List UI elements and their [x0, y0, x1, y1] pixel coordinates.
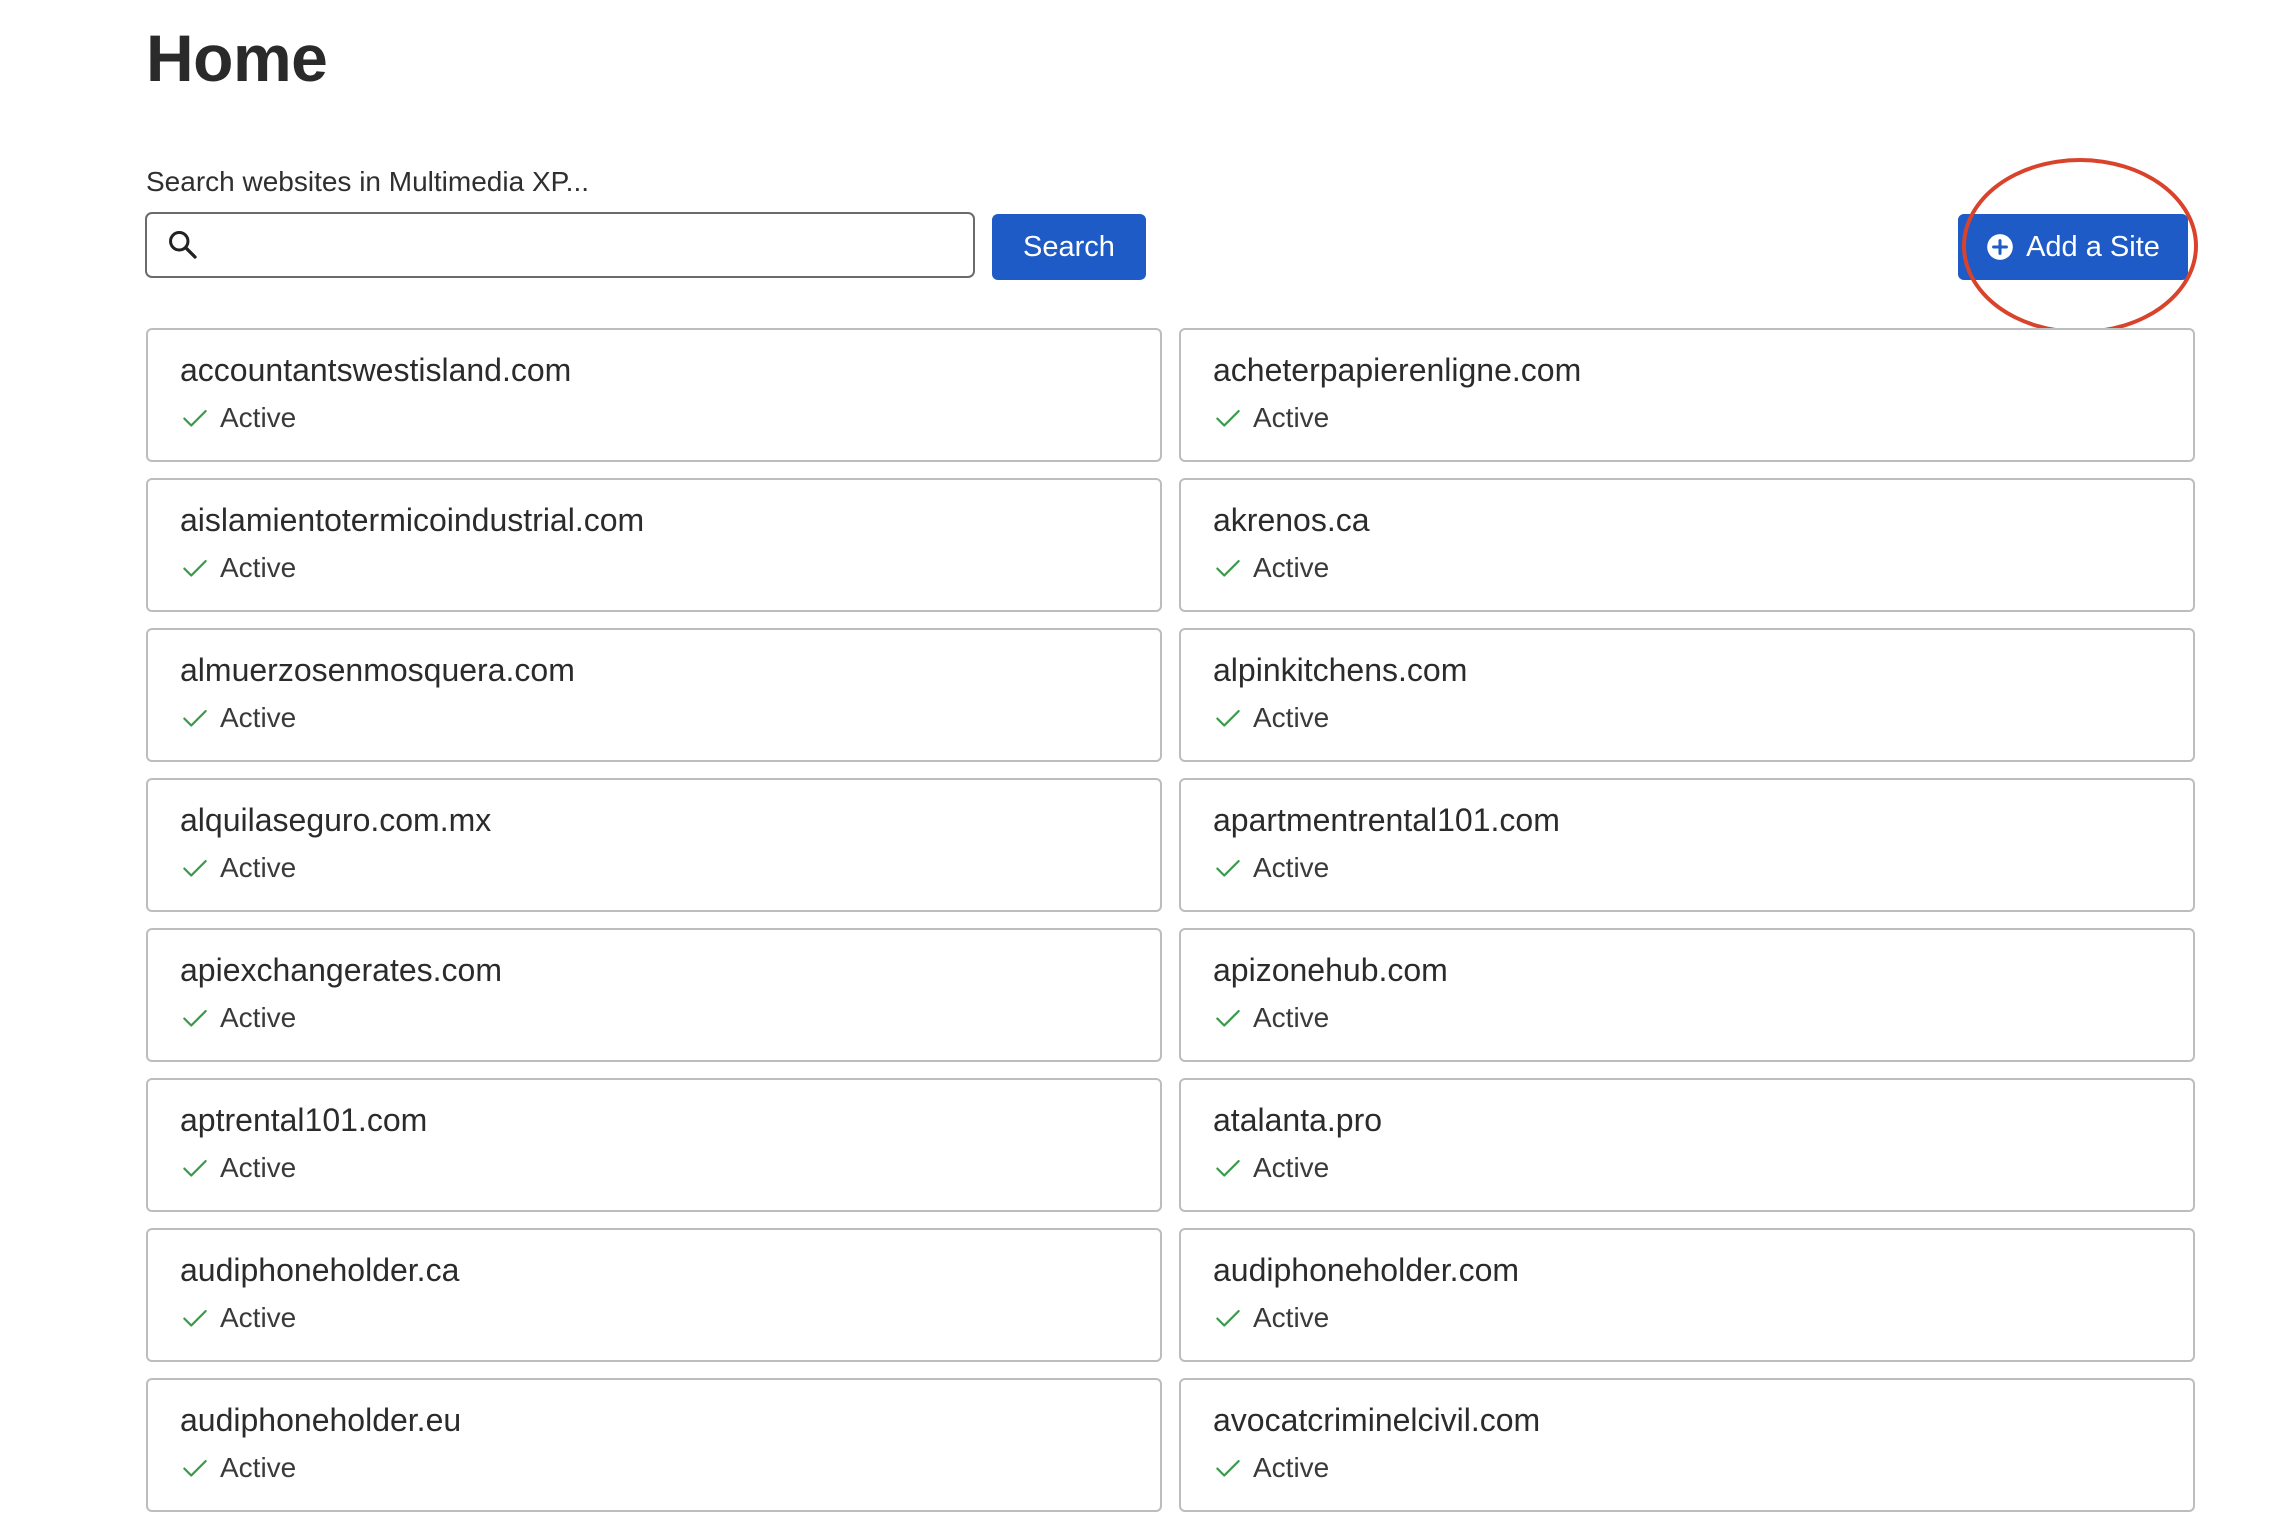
status-text: Active [220, 1302, 297, 1333]
site-card[interactable]: atalanta.pro Active [1179, 1078, 2195, 1212]
site-status: Active [180, 552, 1160, 584]
check-icon [1216, 1160, 1240, 1177]
site-name[interactable]: audiphoneholder.com [1213, 1250, 2193, 1290]
site-status: Active [1213, 852, 2193, 884]
site-name[interactable]: apartmentrental101.com [1213, 800, 2193, 840]
site-card[interactable]: accountantswestisland.com Active [146, 328, 1162, 462]
site-name[interactable]: audiphoneholder.ca [180, 1250, 1160, 1290]
site-name[interactable]: aptrental101.com [180, 1100, 1160, 1140]
site-card[interactable]: apiexchangerates.com Active [146, 928, 1162, 1062]
check-icon [1216, 560, 1240, 577]
site-status: Active [180, 702, 1160, 734]
site-name[interactable]: avocatcriminelcivil.com [1213, 1400, 2193, 1440]
plus-circle-icon [1987, 234, 2013, 260]
status-text: Active [220, 702, 297, 733]
site-card[interactable]: alpinkitchens.com Active [1179, 628, 2195, 762]
site-name[interactable]: acheterpapierenligne.com [1213, 350, 2193, 390]
status-text: Active [220, 1002, 297, 1033]
add-site-button[interactable]: Add a Site [1958, 214, 2188, 280]
site-name[interactable]: atalanta.pro [1213, 1100, 2193, 1140]
search-field[interactable] [145, 212, 975, 278]
search-icon [169, 231, 197, 259]
site-card[interactable]: apartmentrental101.com Active [1179, 778, 2195, 912]
check-icon [183, 560, 207, 577]
site-name[interactable]: apizonehub.com [1213, 950, 2193, 990]
site-name[interactable]: aislamientotermicoindustrial.com [180, 500, 1160, 540]
status-text: Active [1253, 852, 1330, 883]
site-card[interactable]: audiphoneholder.com Active [1179, 1228, 2195, 1362]
site-status: Active [1213, 1452, 2193, 1484]
site-status: Active [180, 1152, 1160, 1184]
site-status: Active [1213, 402, 2193, 434]
site-status: Active [1213, 552, 2193, 584]
page-title: Home [146, 21, 328, 95]
site-card[interactable]: akrenos.ca Active [1179, 478, 2195, 612]
status-text: Active [220, 1452, 297, 1483]
status-text: Active [1253, 1452, 1330, 1483]
status-text: Active [1253, 1302, 1330, 1333]
site-status: Active [180, 1302, 1160, 1334]
site-card[interactable]: acheterpapierenligne.com Active [1179, 328, 2195, 462]
status-text: Active [220, 402, 297, 433]
site-status: Active [180, 402, 1160, 434]
check-icon [1216, 1310, 1240, 1327]
check-icon [1216, 1460, 1240, 1477]
site-card[interactable]: avocatcriminelcivil.com Active [1179, 1378, 2195, 1512]
check-icon [1216, 860, 1240, 877]
site-status: Active [1213, 1152, 2193, 1184]
status-text: Active [1253, 402, 1330, 433]
site-name[interactable]: alquilaseguro.com.mx [180, 800, 1160, 840]
site-card[interactable]: almuerzosenmosquera.com Active [146, 628, 1162, 762]
search-button[interactable]: Search [992, 214, 1146, 280]
site-card[interactable]: apizonehub.com Active [1179, 928, 2195, 1062]
sites-grid: accountantswestisland.com Active acheter… [146, 328, 2195, 1512]
site-status: Active [1213, 1302, 2193, 1334]
check-icon [183, 1460, 207, 1477]
check-icon [183, 1310, 207, 1327]
status-text: Active [220, 552, 297, 583]
search-label: Search websites in Multimedia XP... [146, 166, 590, 197]
site-name[interactable]: accountantswestisland.com [180, 350, 1160, 390]
site-card[interactable]: aislamientotermicoindustrial.com Active [146, 478, 1162, 612]
add-site-label: Add a Site [2026, 230, 2160, 263]
site-status: Active [180, 852, 1160, 884]
check-icon [1216, 410, 1240, 427]
site-card[interactable]: aptrental101.com Active [146, 1078, 1162, 1212]
status-text: Active [220, 852, 297, 883]
site-card[interactable]: audiphoneholder.ca Active [146, 1228, 1162, 1362]
check-icon [183, 710, 207, 727]
site-name[interactable]: alpinkitchens.com [1213, 650, 2193, 690]
site-status: Active [1213, 702, 2193, 734]
site-card[interactable]: audiphoneholder.eu Active [146, 1378, 1162, 1512]
status-text: Active [1253, 1152, 1330, 1183]
site-name[interactable]: almuerzosenmosquera.com [180, 650, 1160, 690]
site-name[interactable]: audiphoneholder.eu [180, 1400, 1160, 1440]
check-icon [183, 1010, 207, 1027]
status-text: Active [1253, 552, 1330, 583]
status-text: Active [220, 1152, 297, 1183]
check-icon [1216, 1010, 1240, 1027]
site-status: Active [180, 1452, 1160, 1484]
check-icon [183, 1160, 207, 1177]
status-text: Active [1253, 1002, 1330, 1033]
site-name[interactable]: apiexchangerates.com [180, 950, 1160, 990]
check-icon [183, 860, 207, 877]
site-status: Active [1213, 1002, 2193, 1034]
check-icon [183, 410, 207, 427]
site-name[interactable]: akrenos.ca [1213, 500, 2193, 540]
check-icon [1216, 710, 1240, 727]
site-card[interactable]: alquilaseguro.com.mx Active [146, 778, 1162, 912]
site-status: Active [180, 1002, 1160, 1034]
home-page: Home Search websites in Multimedia XP...… [0, 0, 2274, 1524]
status-text: Active [1253, 702, 1330, 733]
search-input[interactable] [201, 214, 973, 276]
